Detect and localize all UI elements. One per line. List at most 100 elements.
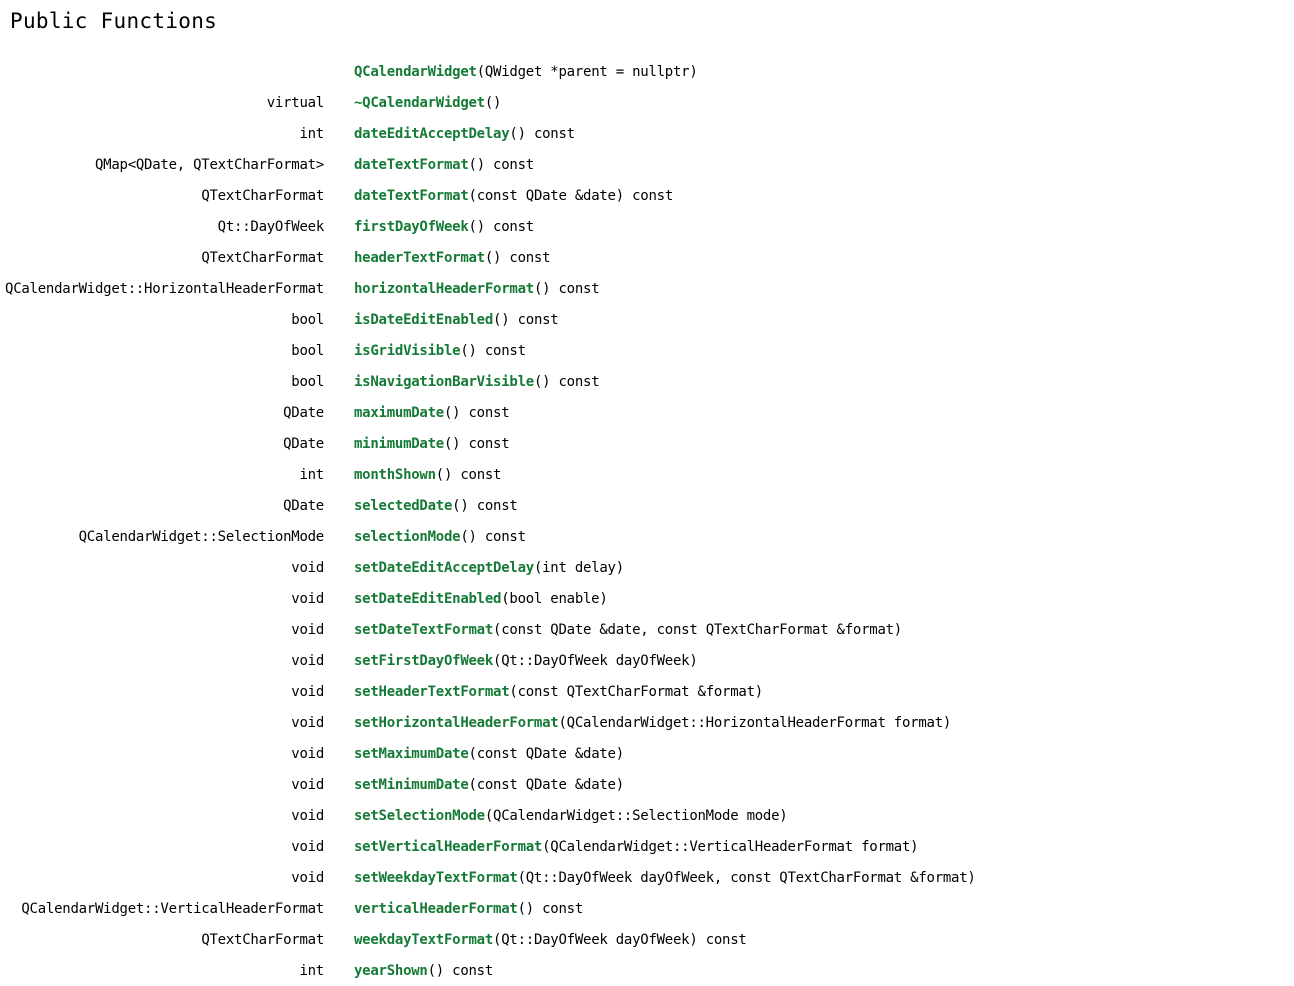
function-signature: monthShown() const: [354, 467, 501, 483]
function-row: QTextCharFormat headerTextFormat() const: [0, 242, 1294, 273]
function-qualifier: const: [476, 342, 526, 359]
return-type: void: [291, 683, 324, 700]
function-row: void setMaximumDate(const QDate &date): [0, 738, 1294, 769]
function-row: QCalendarWidget::SelectionMode selectionM…: [0, 521, 1294, 552]
function-name-link[interactable]: headerTextFormat: [354, 250, 485, 266]
function-signature: ~QCalendarWidget(): [354, 95, 501, 111]
return-type: void: [291, 590, 324, 607]
function-name-link[interactable]: ~QCalendarWidget: [354, 95, 485, 111]
function-params: (): [460, 342, 477, 359]
function-name-link[interactable]: isNavigationBarVisible: [354, 374, 534, 390]
function-row: void setWeekdayTextFormat(Qt::DayOfWeek d…: [0, 862, 1294, 893]
function-name-link[interactable]: QCalendarWidget: [354, 64, 477, 80]
function-qualifier: const: [533, 900, 584, 917]
function-name-link[interactable]: setDateTextFormat: [354, 622, 493, 638]
return-type: QDate: [283, 404, 324, 421]
function-name-link[interactable]: verticalHeaderFormat: [354, 901, 518, 917]
function-name-link[interactable]: dateTextFormat: [354, 188, 469, 204]
function-signature: dateTextFormat(const QDate &date) const: [354, 188, 673, 204]
function-signature: headerTextFormat() const: [354, 250, 551, 266]
function-qualifier: const: [443, 962, 494, 979]
function-params: (): [468, 218, 486, 235]
function-params: (const QTextCharFormat &format): [509, 683, 763, 700]
function-qualifier: const: [697, 931, 747, 948]
function-signature: dateEditAcceptDelay() const: [354, 126, 575, 142]
function-name-link[interactable]: selectionMode: [354, 529, 461, 545]
function-params: (): [509, 125, 526, 142]
function-name-link[interactable]: setMinimumDate: [354, 777, 469, 793]
function-name-link[interactable]: monthShown: [354, 467, 436, 483]
function-qualifier: const: [623, 187, 673, 204]
function-qualifier: const: [550, 280, 600, 297]
function-name-link[interactable]: isDateEditEnabled: [354, 312, 493, 328]
function-params: (const QDate &date): [468, 776, 625, 793]
function-params: (QCalendarWidget::HorizontalHeaderFormat…: [558, 714, 952, 731]
function-name-link[interactable]: horizontalHeaderFormat: [354, 281, 534, 297]
function-qualifier: const: [476, 528, 526, 545]
function-signature: setDateEditEnabled(bool enable): [354, 591, 608, 607]
function-params: (): [443, 404, 461, 421]
function-row: QCalendarWidget(QWidget *parent = nullpt…: [0, 56, 1294, 87]
function-name-link[interactable]: maximumDate: [354, 405, 444, 421]
function-signature: QCalendarWidget(QWidget *parent = nullpt…: [354, 64, 698, 80]
function-params: (bool enable): [501, 590, 608, 607]
function-name-link[interactable]: setWeekdayTextFormat: [354, 870, 518, 886]
function-name-link[interactable]: setFirstDayOfWeek: [354, 653, 493, 669]
function-signature: setWeekdayTextFormat(Qt::DayOfWeek dayOf…: [354, 870, 976, 886]
function-params: (int delay): [533, 559, 624, 576]
function-signature: setDateTextFormat(const QDate &date, con…: [354, 622, 902, 638]
function-params: (): [468, 156, 486, 173]
return-type: int: [299, 125, 324, 142]
function-row: virtual ~QCalendarWidget(): [0, 87, 1294, 118]
return-type: void: [291, 869, 324, 886]
return-type: void: [291, 714, 324, 731]
function-row: QTextCharFormat dateTextFormat(const QDat…: [0, 180, 1294, 211]
function-row: void setSelectionMode(QCalendarWidget::Se…: [0, 800, 1294, 831]
function-name-link[interactable]: setDateEditEnabled: [354, 591, 501, 607]
function-signature: verticalHeaderFormat() const: [354, 901, 583, 917]
function-signature: maximumDate() const: [354, 404, 510, 421]
function-name-link[interactable]: firstDayOfWeek: [354, 219, 469, 235]
function-signature: setFirstDayOfWeek(Qt::DayOfWeek dayOfWee…: [354, 653, 698, 669]
function-name-link[interactable]: setVerticalHeaderFormat: [354, 839, 542, 855]
document-page: Public Functions QCalendarWidget(QWidget…: [0, 0, 1294, 982]
function-row: QMap<QDate, QTextCharFormat> dateTextForm…: [0, 149, 1294, 180]
function-name-link[interactable]: isGridVisible: [354, 343, 461, 359]
function-row: QTextCharFormat weekdayTextFormat(Qt::Day…: [0, 924, 1294, 955]
function-signature: setMaximumDate(const QDate &date): [354, 746, 624, 762]
function-qualifier: const: [550, 373, 600, 390]
function-row: int monthShown() const: [0, 459, 1294, 490]
function-row: void setMinimumDate(const QDate &date): [0, 769, 1294, 800]
function-name-link[interactable]: setSelectionMode: [354, 808, 485, 824]
function-row: int dateEditAcceptDelay() const: [0, 118, 1294, 149]
function-name-link[interactable]: setHeaderTextFormat: [354, 684, 510, 700]
function-qualifier: const: [460, 435, 510, 452]
function-signature: setVerticalHeaderFormat(QCalendarWidget:…: [354, 839, 919, 855]
function-params: (): [460, 528, 477, 545]
function-name-link[interactable]: setMaximumDate: [354, 746, 469, 762]
return-type: void: [291, 652, 324, 669]
function-row: void setDateEditEnabled(bool enable): [0, 583, 1294, 614]
return-type: bool: [291, 342, 324, 359]
function-name-link[interactable]: dateEditAcceptDelay: [354, 126, 510, 142]
return-type: void: [291, 621, 324, 638]
return-type: QTextCharFormat: [201, 187, 324, 204]
function-row: Qt::DayOfWeek firstDayOfWeek() const: [0, 211, 1294, 242]
function-params: (Qt::DayOfWeek dayOfWeek, const QTextCha…: [517, 869, 976, 886]
function-name-link[interactable]: setDateEditAcceptDelay: [354, 560, 534, 576]
function-name-link[interactable]: weekdayTextFormat: [354, 932, 493, 948]
function-params: (const QDate &date): [468, 187, 625, 204]
return-type: bool: [291, 311, 324, 328]
function-qualifier: const: [509, 311, 559, 328]
return-type: void: [291, 559, 324, 576]
function-row: QCalendarWidget::HorizontalHeaderFormat h…: [0, 273, 1294, 304]
function-name-link[interactable]: yearShown: [354, 963, 428, 979]
return-type: QDate: [283, 435, 324, 452]
function-params: (Qt::DayOfWeek dayOfWeek): [493, 652, 698, 669]
function-name-link[interactable]: minimumDate: [354, 436, 444, 452]
return-type: void: [291, 776, 324, 793]
function-name-link[interactable]: setHorizontalHeaderFormat: [354, 715, 559, 731]
function-name-link[interactable]: selectedDate: [354, 498, 452, 514]
return-type: int: [299, 962, 324, 979]
function-name-link[interactable]: dateTextFormat: [354, 157, 469, 173]
